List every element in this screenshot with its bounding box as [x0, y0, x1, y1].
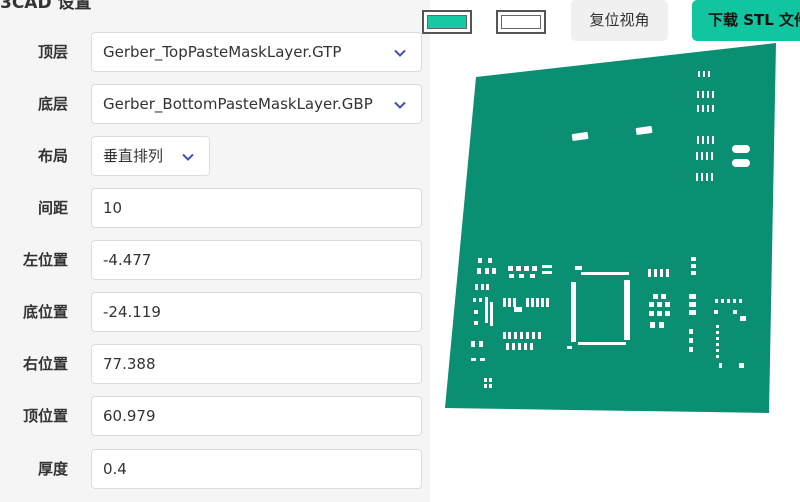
chevron-down-icon [393, 98, 407, 112]
3d-viewer[interactable] [430, 40, 800, 502]
bottom-layer-label: 底层 [37, 95, 68, 113]
stencil-board [445, 43, 776, 413]
pcb-stencil-preview [445, 43, 776, 413]
layout-label: 布局 [37, 147, 68, 165]
top-layer-label: 顶层 [37, 43, 68, 61]
bottom-layer-value: Gerber_BottomPasteMaskLayer.GBP [103, 95, 373, 113]
chevron-down-icon [393, 46, 407, 60]
chevron-down-icon [181, 150, 195, 164]
thickness-input[interactable]: 0.4 [91, 449, 422, 489]
top-layer-select[interactable]: Gerber_TopPasteMaskLayer.GTP [91, 32, 422, 72]
download-stl-button[interactable]: 下载 STL 文件 [692, 0, 800, 41]
right-pos-label: 右位置 [22, 355, 68, 373]
thickness-label: 厚度 [37, 460, 68, 478]
row-spacing: 间距 10 [0, 188, 430, 228]
right-pos-input[interactable]: 77.388 [91, 344, 422, 384]
bottom-pos-label: 底位置 [22, 303, 68, 321]
bottom-layer-color-toggle[interactable] [496, 10, 546, 34]
row-right-pos: 右位置 77.388 [0, 344, 430, 384]
spacing-label: 间距 [37, 199, 68, 217]
row-left-pos: 左位置 -4.477 [0, 240, 430, 280]
layout-value: 垂直排列 [103, 147, 164, 165]
panel-title: 3CAD 设置 [0, 0, 92, 13]
row-thickness: 厚度 0.4 [0, 449, 430, 489]
row-bottom-pos: 底位置 -24.119 [0, 292, 430, 332]
top-pos-input[interactable]: 60.979 [91, 396, 422, 436]
color-swatch-filled [427, 15, 467, 29]
reset-view-button[interactable]: 复位视角 [571, 0, 668, 41]
row-layout: 布局 垂直排列 [0, 136, 430, 176]
top-pos-label: 顶位置 [22, 407, 68, 425]
bottom-pos-input[interactable]: -24.119 [91, 292, 422, 332]
left-pos-label: 左位置 [22, 251, 68, 269]
left-pos-input[interactable]: -4.477 [91, 240, 422, 280]
top-layer-color-toggle[interactable] [422, 10, 472, 34]
color-swatch-empty [501, 15, 541, 29]
row-bottom-layer: 底层 Gerber_BottomPasteMaskLayer.GBP [0, 84, 430, 124]
layout-select[interactable]: 垂直排列 [91, 136, 210, 176]
settings-panel: 3CAD 设置 顶层 Gerber_TopPasteMaskLayer.GTP … [0, 0, 430, 502]
bottom-layer-select[interactable]: Gerber_BottomPasteMaskLayer.GBP [91, 84, 422, 124]
top-layer-value: Gerber_TopPasteMaskLayer.GTP [103, 43, 342, 61]
row-top-layer: 顶层 Gerber_TopPasteMaskLayer.GTP [0, 32, 430, 72]
spacing-input[interactable]: 10 [91, 188, 422, 228]
row-top-pos: 顶位置 60.979 [0, 396, 430, 436]
